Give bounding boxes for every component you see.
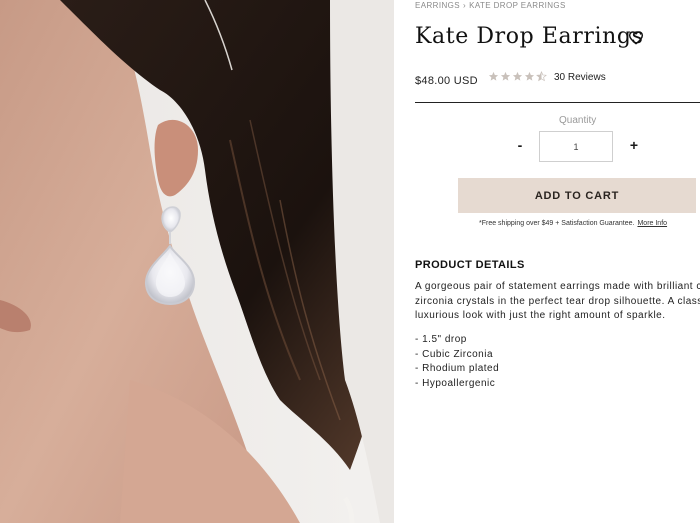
quantity-input[interactable] <box>539 131 613 162</box>
product-info-panel: EARRINGS › KATE DROP EARRINGS Kate Drop Ea… <box>415 0 700 523</box>
quantity-decrease-button[interactable]: - <box>513 137 527 155</box>
model-photo <box>0 0 394 523</box>
description-line: zirconia crystals in the perfect tear dr… <box>415 295 700 307</box>
feature-list: - 1.5" drop - Cubic Zirconia - Rhodium p… <box>415 333 499 391</box>
shipping-note: *Free shipping over $49 + Satisfaction G… <box>479 220 667 227</box>
reviews-link[interactable]: 30 Reviews <box>554 72 606 83</box>
breadcrumb-current[interactable]: KATE DROP EARRINGS <box>469 1 566 10</box>
product-image[interactable] <box>0 0 394 523</box>
star-icon <box>488 71 499 81</box>
product-description: A gorgeous pair of statement earrings ma… <box>415 280 700 324</box>
more-info-link[interactable]: More Info <box>637 220 667 227</box>
star-icon <box>512 71 523 81</box>
product-title: Kate Drop Earrings <box>415 24 644 49</box>
quantity-label: Quantity <box>559 115 597 126</box>
price-rating-row: $48.00 USD 30 Reviews <box>415 71 606 87</box>
star-icon <box>500 71 511 81</box>
quantity-increase-button[interactable]: + <box>627 137 641 155</box>
star-icon <box>524 71 535 81</box>
description-line: A gorgeous pair of statement earrings ma… <box>415 281 700 292</box>
description-line: luxurious look with just the right amoun… <box>415 310 666 321</box>
heart-icon[interactable] <box>628 30 644 46</box>
divider <box>415 102 700 103</box>
feature-item: - Cubic Zirconia <box>415 348 494 360</box>
product-price: $48.00 USD <box>415 75 478 87</box>
feature-item: - 1.5" drop <box>415 334 467 345</box>
product-details-heading: PRODUCT DETAILS <box>415 259 525 271</box>
star-half-icon <box>536 71 547 82</box>
shipping-text: *Free shipping over $49 + Satisfaction G… <box>479 220 635 227</box>
add-to-cart-button[interactable]: ADD TO CART <box>458 178 696 213</box>
feature-item: - Rhodium plated <box>415 363 500 374</box>
rating-stars[interactable] <box>488 71 547 82</box>
breadcrumb: EARRINGS › KATE DROP EARRINGS <box>415 1 566 10</box>
breadcrumb-category[interactable]: EARRINGS <box>415 1 460 10</box>
breadcrumb-separator: › <box>463 1 467 10</box>
feature-item: - Hypoallergenic <box>415 377 496 389</box>
